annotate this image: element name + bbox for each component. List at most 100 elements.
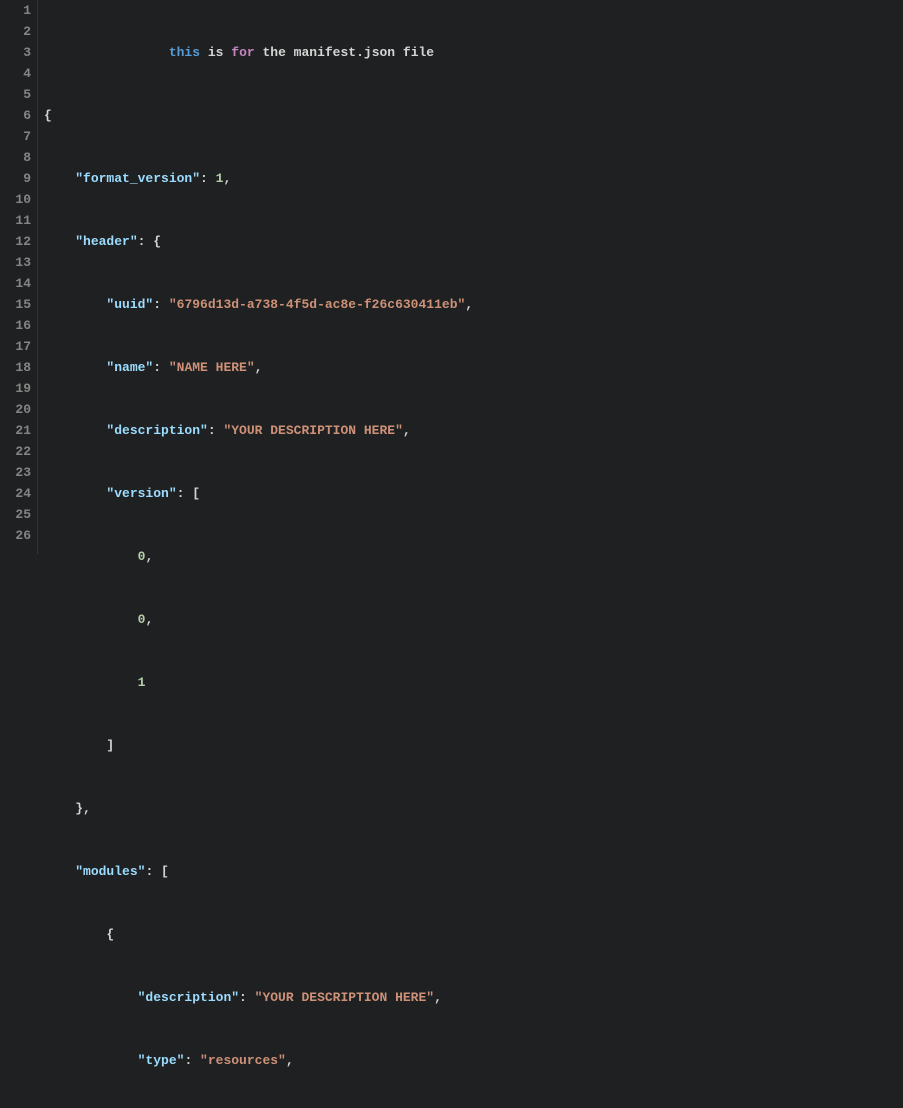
line-number: 15: [0, 294, 31, 315]
punct: ,: [255, 360, 263, 375]
indent: [44, 234, 75, 249]
json-key: "modules": [75, 864, 145, 879]
json-key: "uuid": [106, 297, 153, 312]
code-line: 0,: [44, 546, 903, 567]
punct: :: [145, 864, 161, 879]
line-number: 25: [0, 504, 31, 525]
indent: [44, 738, 106, 753]
json-string: "YOUR DESCRIPTION HERE": [223, 423, 402, 438]
indent: [44, 45, 169, 60]
indent: [44, 612, 138, 627]
brace: },: [75, 801, 91, 816]
punct: :: [153, 360, 169, 375]
line-number: 19: [0, 378, 31, 399]
punct: :: [184, 1053, 200, 1068]
punct: ,: [286, 1053, 294, 1068]
line-number: 7: [0, 126, 31, 147]
line-number: 20: [0, 399, 31, 420]
json-string: "YOUR DESCRIPTION HERE": [255, 990, 434, 1005]
line-number: 26: [0, 525, 31, 546]
line-number: 14: [0, 273, 31, 294]
punct: :: [239, 990, 255, 1005]
indent: [44, 990, 138, 1005]
json-key: "description": [106, 423, 207, 438]
code-line: "version": [: [44, 483, 903, 504]
json-key: "version": [106, 486, 176, 501]
code-line: },: [44, 798, 903, 819]
json-number: 1: [138, 675, 146, 690]
code-line: "type": "resources",: [44, 1050, 903, 1071]
line-number: 12: [0, 231, 31, 252]
indent: [44, 675, 138, 690]
punct: :: [200, 171, 216, 186]
line-number: 16: [0, 315, 31, 336]
line-number: 1: [0, 0, 31, 21]
line-number: 6: [0, 105, 31, 126]
indent: [44, 486, 106, 501]
indent: [44, 297, 106, 312]
line-number: 2: [0, 21, 31, 42]
code-line: "uuid": "6796d13d-a738-4f5d-ac8e-f26c630…: [44, 294, 903, 315]
bracket: ]: [106, 738, 114, 753]
code-editor[interactable]: this is for the manifest.json file { "fo…: [38, 0, 903, 554]
line-number: 23: [0, 462, 31, 483]
code-line: "description": "YOUR DESCRIPTION HERE",: [44, 420, 903, 441]
code-line: 1: [44, 672, 903, 693]
indent: [44, 927, 106, 942]
line-number: 18: [0, 357, 31, 378]
brace: {: [106, 927, 114, 942]
comment-text: the manifest.json file: [255, 45, 434, 60]
punct: ,: [403, 423, 411, 438]
code-line: "description": "YOUR DESCRIPTION HERE",: [44, 987, 903, 1008]
json-string: "resources": [200, 1053, 286, 1068]
punct: ,: [465, 297, 473, 312]
indent: [44, 864, 75, 879]
code-line: 0,: [44, 609, 903, 630]
code-line: {: [44, 924, 903, 945]
line-number-gutter: 1234567891011121314151617181920212223242…: [0, 0, 38, 554]
json-key: "description": [138, 990, 239, 1005]
indent: [44, 423, 106, 438]
line-number: 8: [0, 147, 31, 168]
line-number: 13: [0, 252, 31, 273]
json-key: "format_version": [75, 171, 200, 186]
code-line: {: [44, 105, 903, 126]
indent: [44, 360, 106, 375]
punct: ,: [434, 990, 442, 1005]
line-number: 11: [0, 210, 31, 231]
punct: :: [208, 423, 224, 438]
punct: ,: [145, 612, 153, 627]
json-key: "header": [75, 234, 137, 249]
code-line: "name": "NAME HERE",: [44, 357, 903, 378]
line-number: 24: [0, 483, 31, 504]
indent: [44, 801, 75, 816]
keyword-for: for: [231, 45, 254, 60]
comment-text: is: [200, 45, 231, 60]
json-number: 0: [138, 612, 146, 627]
line-number: 5: [0, 84, 31, 105]
code-line: "header": {: [44, 231, 903, 252]
punct: :: [153, 297, 169, 312]
line-number: 17: [0, 336, 31, 357]
brace: {: [44, 108, 52, 123]
indent: [44, 1053, 138, 1068]
keyword-this: this: [169, 45, 200, 60]
code-line: "format_version": 1,: [44, 168, 903, 189]
line-number: 9: [0, 168, 31, 189]
line-number: 22: [0, 441, 31, 462]
line-number: 21: [0, 420, 31, 441]
punct: ,: [223, 171, 231, 186]
line-number: 10: [0, 189, 31, 210]
line-number: 4: [0, 63, 31, 84]
code-line: ]: [44, 735, 903, 756]
indent: [44, 549, 138, 564]
json-string: "NAME HERE": [169, 360, 255, 375]
punct: :: [177, 486, 193, 501]
code-line: this is for the manifest.json file: [44, 42, 903, 63]
json-string: "6796d13d-a738-4f5d-ac8e-f26c630411eb": [169, 297, 465, 312]
json-key: "name": [106, 360, 153, 375]
punct: ,: [145, 549, 153, 564]
json-key: "type": [138, 1053, 185, 1068]
indent: [44, 171, 75, 186]
code-line: "modules": [: [44, 861, 903, 882]
